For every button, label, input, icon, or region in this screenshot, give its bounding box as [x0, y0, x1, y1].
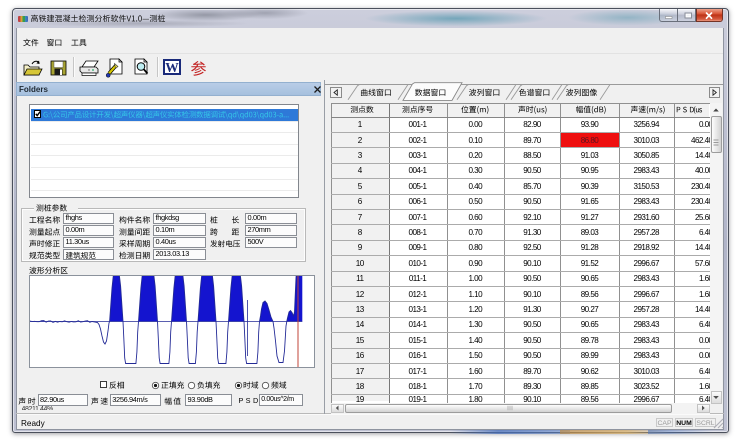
svg-text:W: W — [165, 60, 179, 75]
